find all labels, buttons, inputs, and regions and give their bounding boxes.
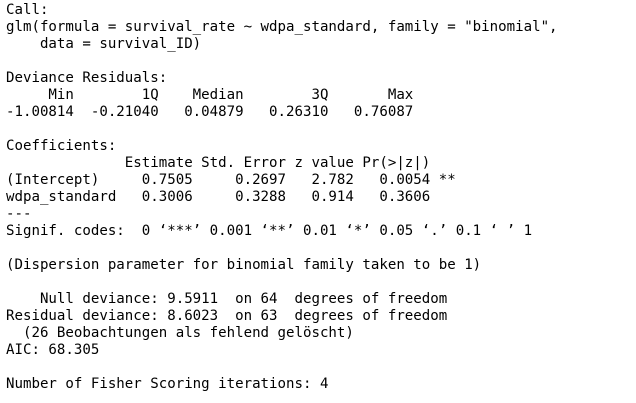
residuals-header-row: Min 1Q Median 3Q Max [6, 87, 414, 103]
coefficients-header-row: Estimate Std. Error z value Pr(>|z|) [6, 155, 431, 171]
coefficients-heading: Coefficients: [6, 138, 117, 154]
dispersion-note: (Dispersion parameter for binomial famil… [6, 257, 482, 273]
aic-line: AIC: 68.305 [6, 342, 100, 358]
fisher-scoring-line: Number of Fisher Scoring iterations: 4 [6, 376, 329, 392]
coefficient-row-wdpa-standard: wdpa_standard 0.3006 0.3288 0.914 0.3606 [6, 189, 431, 205]
missing-observations-note: (26 Beobachtungen als fehlend gelöscht) [6, 325, 354, 341]
residuals-values-row: -1.00814 -0.21040 0.04879 0.26310 0.7608… [6, 104, 414, 120]
separator-line: --- [6, 206, 32, 222]
coefficient-row-intercept: (Intercept) 0.7505 0.2697 2.782 0.0054 *… [6, 172, 456, 188]
signif-codes-line: Signif. codes: 0 ‘***’ 0.001 ‘**’ 0.01 ‘… [6, 223, 533, 239]
glm-call-line: glm(formula = survival_rate ~ wdpa_stand… [6, 19, 558, 35]
deviance-residuals-heading: Deviance Residuals: [6, 70, 168, 86]
residual-deviance-line: Residual deviance: 8.6023 on 63 degrees … [6, 308, 448, 324]
null-deviance-line: Null deviance: 9.5911 on 64 degrees of f… [6, 291, 448, 307]
call-heading: Call: [6, 2, 49, 18]
r-console-output: Call: glm(formula = survival_rate ~ wdpa… [6, 2, 632, 400]
glm-call-continuation: data = survival_ID) [6, 36, 202, 52]
